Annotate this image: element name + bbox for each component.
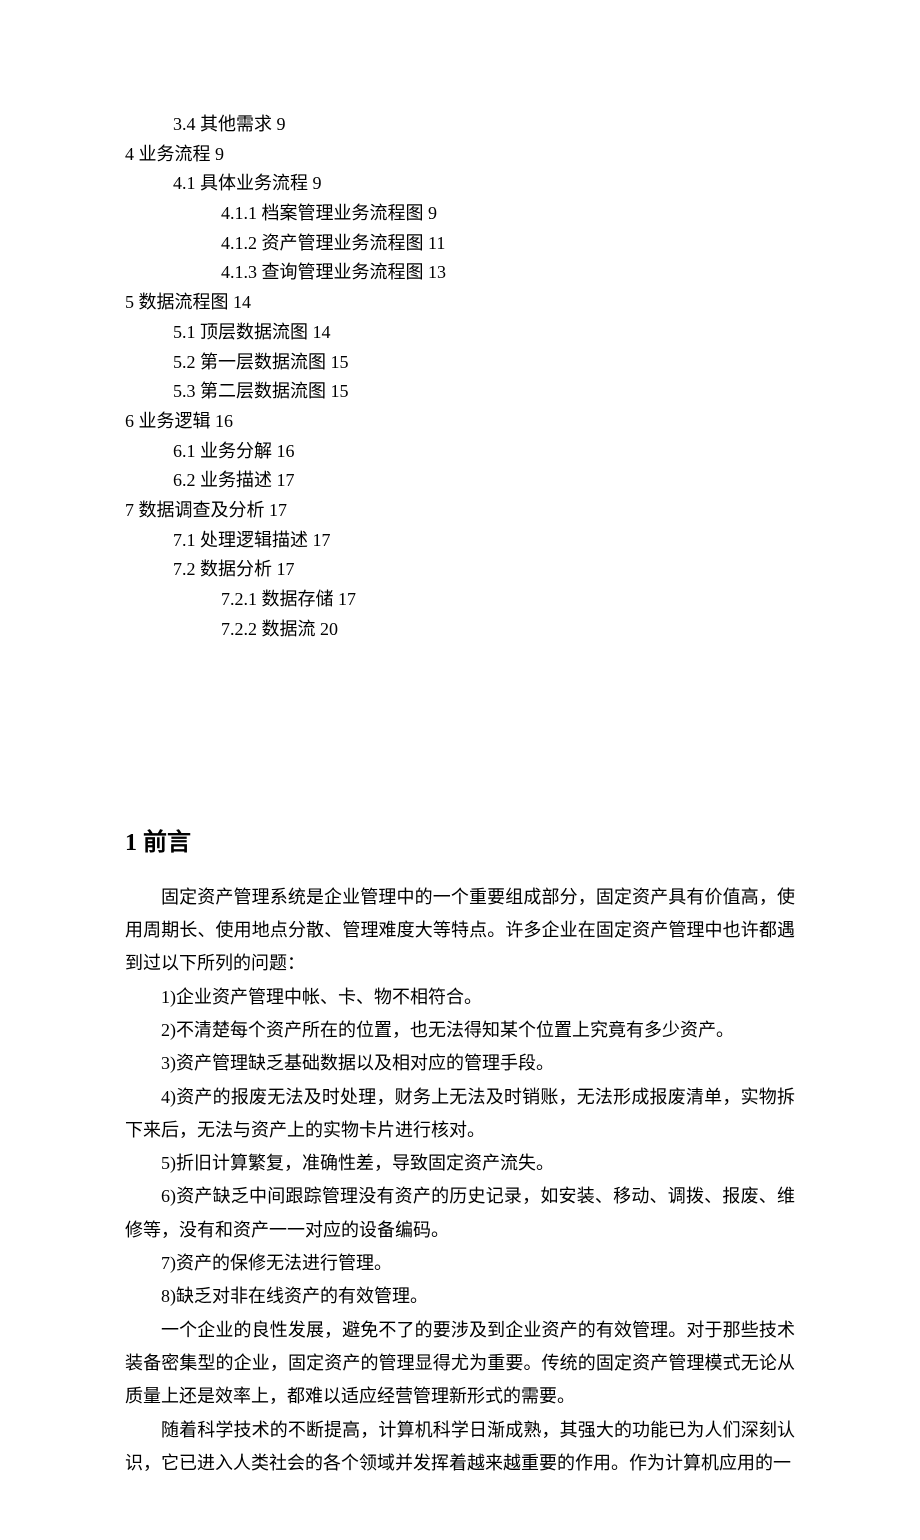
list-item: 8)缺乏对非在线资产的有效管理。	[125, 1280, 795, 1313]
toc-entry: 7.2.1 数据存储 17	[125, 585, 795, 615]
section-heading: 1 前言	[125, 824, 795, 862]
toc-entry: 4.1.1 档案管理业务流程图 9	[125, 199, 795, 229]
toc-entry: 7.2 数据分析 17	[125, 555, 795, 585]
toc-entry: 4.1 具体业务流程 9	[125, 169, 795, 199]
toc-entry: 4.1.3 查询管理业务流程图 13	[125, 258, 795, 288]
list-item: 1)企业资产管理中帐、卡、物不相符合。	[125, 981, 795, 1014]
list-item: 5)折旧计算繁复，准确性差，导致固定资产流失。	[125, 1147, 795, 1180]
paragraph: 随着科学技术的不断提高，计算机科学日渐成熟，其强大的功能已为人们深刻认识，它已进…	[125, 1414, 795, 1481]
toc-entry: 6.2 业务描述 17	[125, 466, 795, 496]
paragraph: 一个企业的良性发展，避免不了的要涉及到企业资产的有效管理。对于那些技术装备密集型…	[125, 1314, 795, 1414]
list-item: 6)资产缺乏中间跟踪管理没有资产的历史记录，如安装、移动、调拨、报废、维修等，没…	[125, 1180, 795, 1247]
document-page: 3.4 其他需求 9 4 业务流程 9 4.1 具体业务流程 9 4.1.1 档…	[0, 0, 920, 1540]
list-item: 2)不清楚每个资产所在的位置，也无法得知某个位置上究竟有多少资产。	[125, 1014, 795, 1047]
toc-entry: 6.1 业务分解 16	[125, 437, 795, 467]
toc-entry: 5.3 第二层数据流图 15	[125, 377, 795, 407]
toc-entry: 5.1 顶层数据流图 14	[125, 318, 795, 348]
paragraph: 固定资产管理系统是企业管理中的一个重要组成部分，固定资产具有价值高，使用周期长、…	[125, 881, 795, 981]
toc-entry: 4 业务流程 9	[125, 140, 795, 170]
toc-entry: 7.1 处理逻辑描述 17	[125, 526, 795, 556]
toc-entry: 7.2.2 数据流 20	[125, 615, 795, 645]
toc-entry: 4.1.2 资产管理业务流程图 11	[125, 229, 795, 259]
list-item: 7)资产的保修无法进行管理。	[125, 1247, 795, 1280]
toc-entry: 3.4 其他需求 9	[125, 110, 795, 140]
toc-entry: 5.2 第一层数据流图 15	[125, 348, 795, 378]
body-text-block: 固定资产管理系统是企业管理中的一个重要组成部分，固定资产具有价值高，使用周期长、…	[125, 881, 795, 1480]
table-of-contents: 3.4 其他需求 9 4 业务流程 9 4.1 具体业务流程 9 4.1.1 档…	[125, 110, 795, 644]
list-item: 3)资产管理缺乏基础数据以及相对应的管理手段。	[125, 1047, 795, 1080]
toc-entry: 7 数据调查及分析 17	[125, 496, 795, 526]
toc-entry: 5 数据流程图 14	[125, 288, 795, 318]
toc-entry: 6 业务逻辑 16	[125, 407, 795, 437]
list-item: 4)资产的报废无法及时处理，财务上无法及时销账，无法形成报废清单，实物拆下来后，…	[125, 1081, 795, 1148]
